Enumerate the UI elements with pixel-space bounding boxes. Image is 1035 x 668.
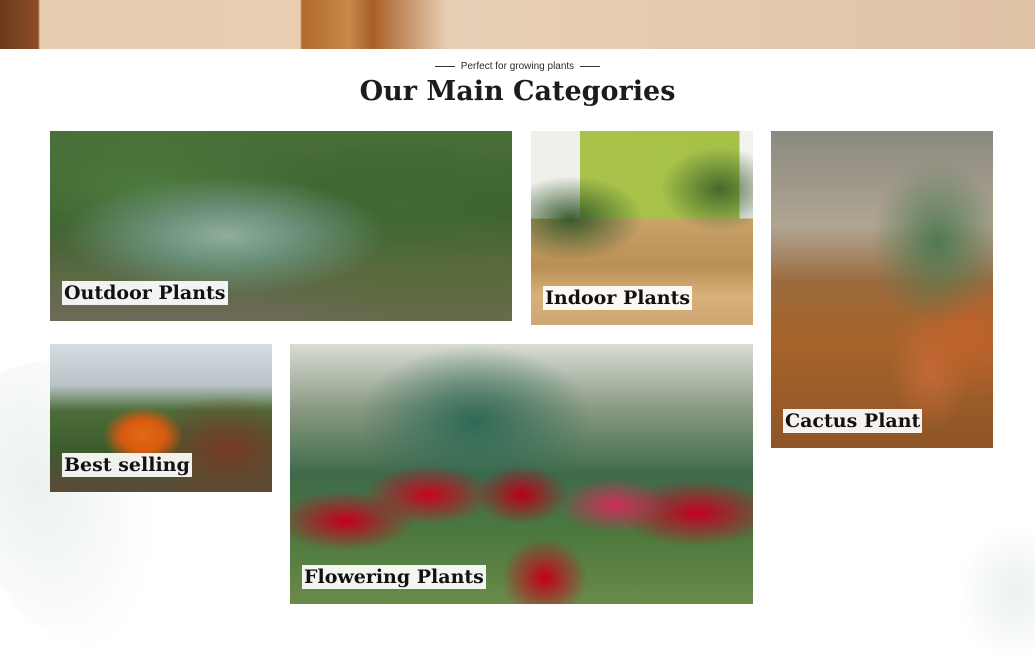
eyebrow-line-left <box>434 65 455 67</box>
top-banner-image <box>0 0 1035 49</box>
category-label[interactable]: Indoor Plants <box>543 286 693 310</box>
category-card-flowering-plants[interactable]: Flowering Plants <box>290 344 753 604</box>
category-label[interactable]: Best selling <box>62 453 192 477</box>
eyebrow-line-right <box>580 65 601 67</box>
category-label[interactable]: Cactus Plant <box>783 409 923 433</box>
section-eyebrow: Perfect for growing plants <box>0 61 1035 72</box>
leaf-decoration-right <box>955 523 1035 663</box>
category-label[interactable]: Outdoor Plants <box>62 281 228 305</box>
category-card-outdoor-plants[interactable]: Outdoor Plants <box>50 131 512 321</box>
eyebrow-text: Perfect for growing plants <box>460 61 575 72</box>
category-card-indoor-plants[interactable]: Indoor Plants <box>531 131 753 325</box>
category-label[interactable]: Flowering Plants <box>302 565 486 589</box>
category-card-cactus-plant[interactable]: Cactus Plant <box>771 131 993 448</box>
section-title: Our Main Categories <box>359 76 676 107</box>
category-card-best-selling[interactable]: Best selling <box>50 344 272 492</box>
